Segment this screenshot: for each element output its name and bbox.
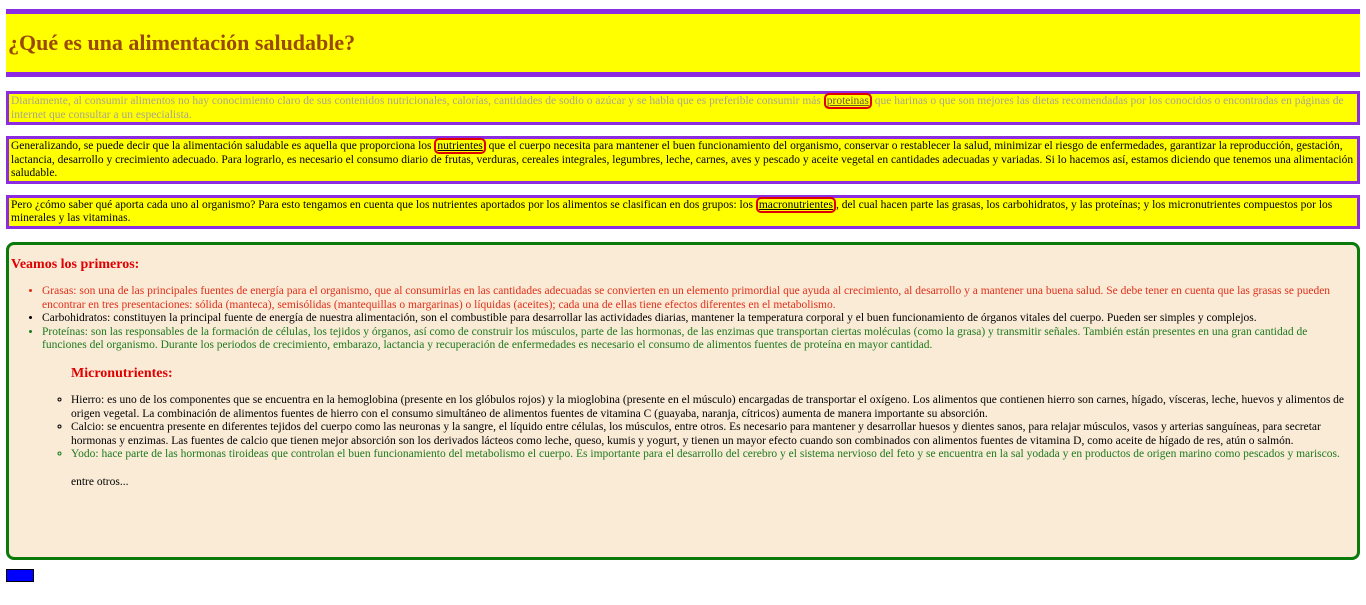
macros-heading: Veamos los primeros: (11, 256, 140, 272)
list-item-carbohidratos: Carbohidratos: constituyen la principal … (42, 312, 1345, 326)
definition-text-before: Generalizando, se puede decir que la ali… (11, 140, 435, 152)
page-header: ¿Qué es una alimentación saludable? (6, 9, 1360, 77)
macronutrientes-link[interactable]: macronutrientes (755, 196, 836, 213)
proteinas-link[interactable]: proteinas (823, 93, 872, 109)
micros-section: Micronutrientes: Hierro: es uno de los c… (71, 365, 1345, 462)
micros-heading: Micronutrientes: (71, 365, 173, 381)
list-item-hierro: Hierro: es uno de los componentes que se… (71, 394, 1345, 421)
entre-otros-text: entre otros... (71, 475, 129, 488)
list-item-calcio: Calcio: se encuentra presente en diferen… (71, 421, 1345, 448)
micros-list: Hierro: es uno de los componentes que se… (71, 394, 1345, 462)
list-item-yodo: Yodo: hace parte de las hormonas tiroide… (71, 448, 1345, 462)
classification-paragraph: Pero ¿cómo saber qué aporta cada uno al … (6, 194, 1360, 229)
blue-button[interactable] (6, 569, 34, 582)
intro-paragraph: Diariamente, al consumir alimentos no ha… (6, 91, 1360, 125)
definition-paragraph: Generalizando, se puede decir que la ali… (6, 136, 1360, 184)
macros-list: Grasas: son una de las principales fuent… (11, 285, 1345, 353)
intro-text-before: Diariamente, al consumir alimentos no ha… (11, 95, 824, 107)
nutrientes-link[interactable]: nutrientes (434, 138, 486, 154)
page-content: ¿Qué es una alimentación saludable? Diar… (6, 9, 1360, 560)
classification-text-before: Pero ¿cómo saber qué aporta cada uno al … (11, 198, 756, 211)
list-item-proteinas: Proteínas: son las responsables de la fo… (42, 326, 1345, 353)
page-title: ¿Qué es una alimentación saludable? (8, 30, 356, 55)
list-item-grasas: Grasas: son una de las principales fuent… (42, 285, 1345, 312)
nutrients-box: Veamos los primeros: Grasas: son una de … (6, 241, 1360, 560)
